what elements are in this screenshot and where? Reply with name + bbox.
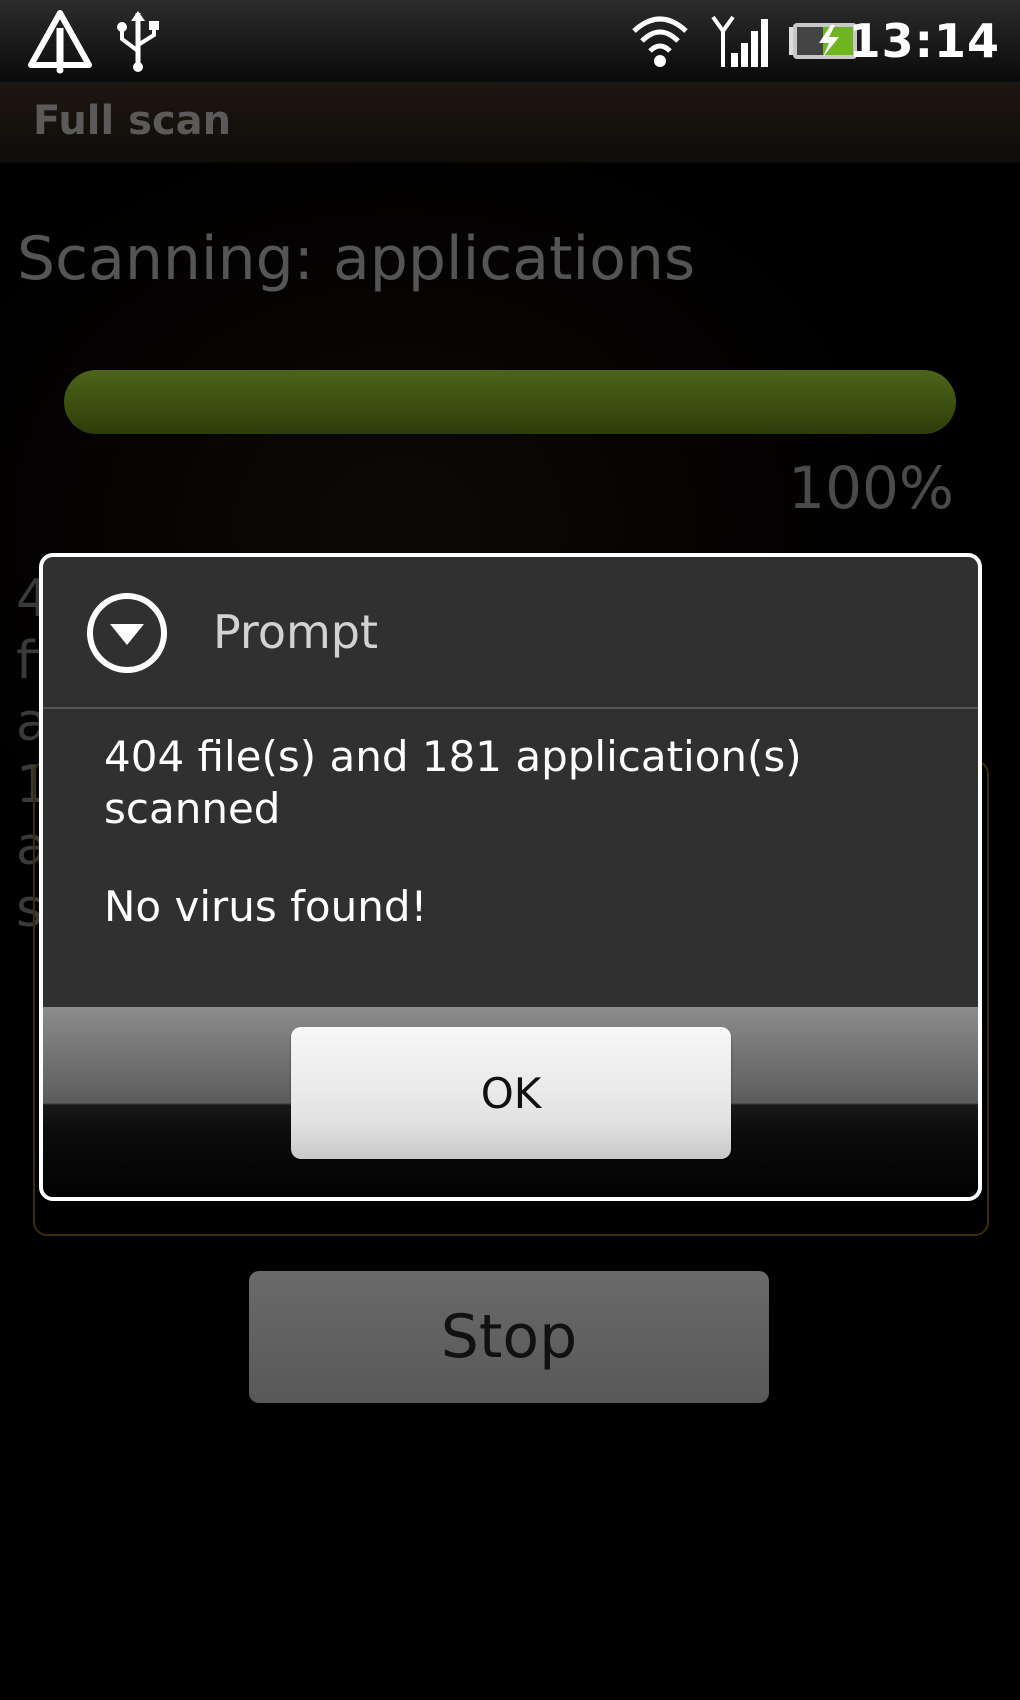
status-clock: 13:14 bbox=[848, 14, 1000, 68]
scan-status-label: Scanning: applications bbox=[17, 224, 696, 294]
dialog-body: 404 file(s) and 181 application(s) scann… bbox=[43, 709, 978, 1007]
status-bar: 13:14 bbox=[0, 0, 1020, 82]
stop-button[interactable]: Stop bbox=[249, 1271, 769, 1403]
warning-icon bbox=[24, 0, 96, 82]
screen: 13:14 Full scan Scanning: applications 1… bbox=[0, 0, 1020, 1700]
usb-icon bbox=[112, 0, 164, 82]
scan-progress-percent: 100% bbox=[788, 454, 954, 522]
dialog-message: 404 file(s) and 181 application(s) scann… bbox=[104, 732, 802, 833]
scan-progress-bar bbox=[64, 370, 956, 434]
wifi-icon bbox=[630, 0, 690, 82]
prompt-dialog: Prompt 404 file(s) and 181 application(s… bbox=[39, 553, 982, 1201]
dialog-header: Prompt bbox=[43, 557, 978, 709]
dialog-footer: OK bbox=[43, 1007, 978, 1197]
title-bar: Full scan bbox=[0, 82, 1020, 164]
dropdown-circle-icon bbox=[85, 591, 169, 675]
signal-icon bbox=[708, 0, 770, 82]
ok-button[interactable]: OK bbox=[291, 1027, 731, 1159]
scan-progress-fill bbox=[64, 370, 956, 434]
dialog-title: Prompt bbox=[213, 605, 379, 659]
page-title: Full scan bbox=[33, 98, 232, 144]
dialog-result: No virus found! bbox=[104, 882, 428, 931]
